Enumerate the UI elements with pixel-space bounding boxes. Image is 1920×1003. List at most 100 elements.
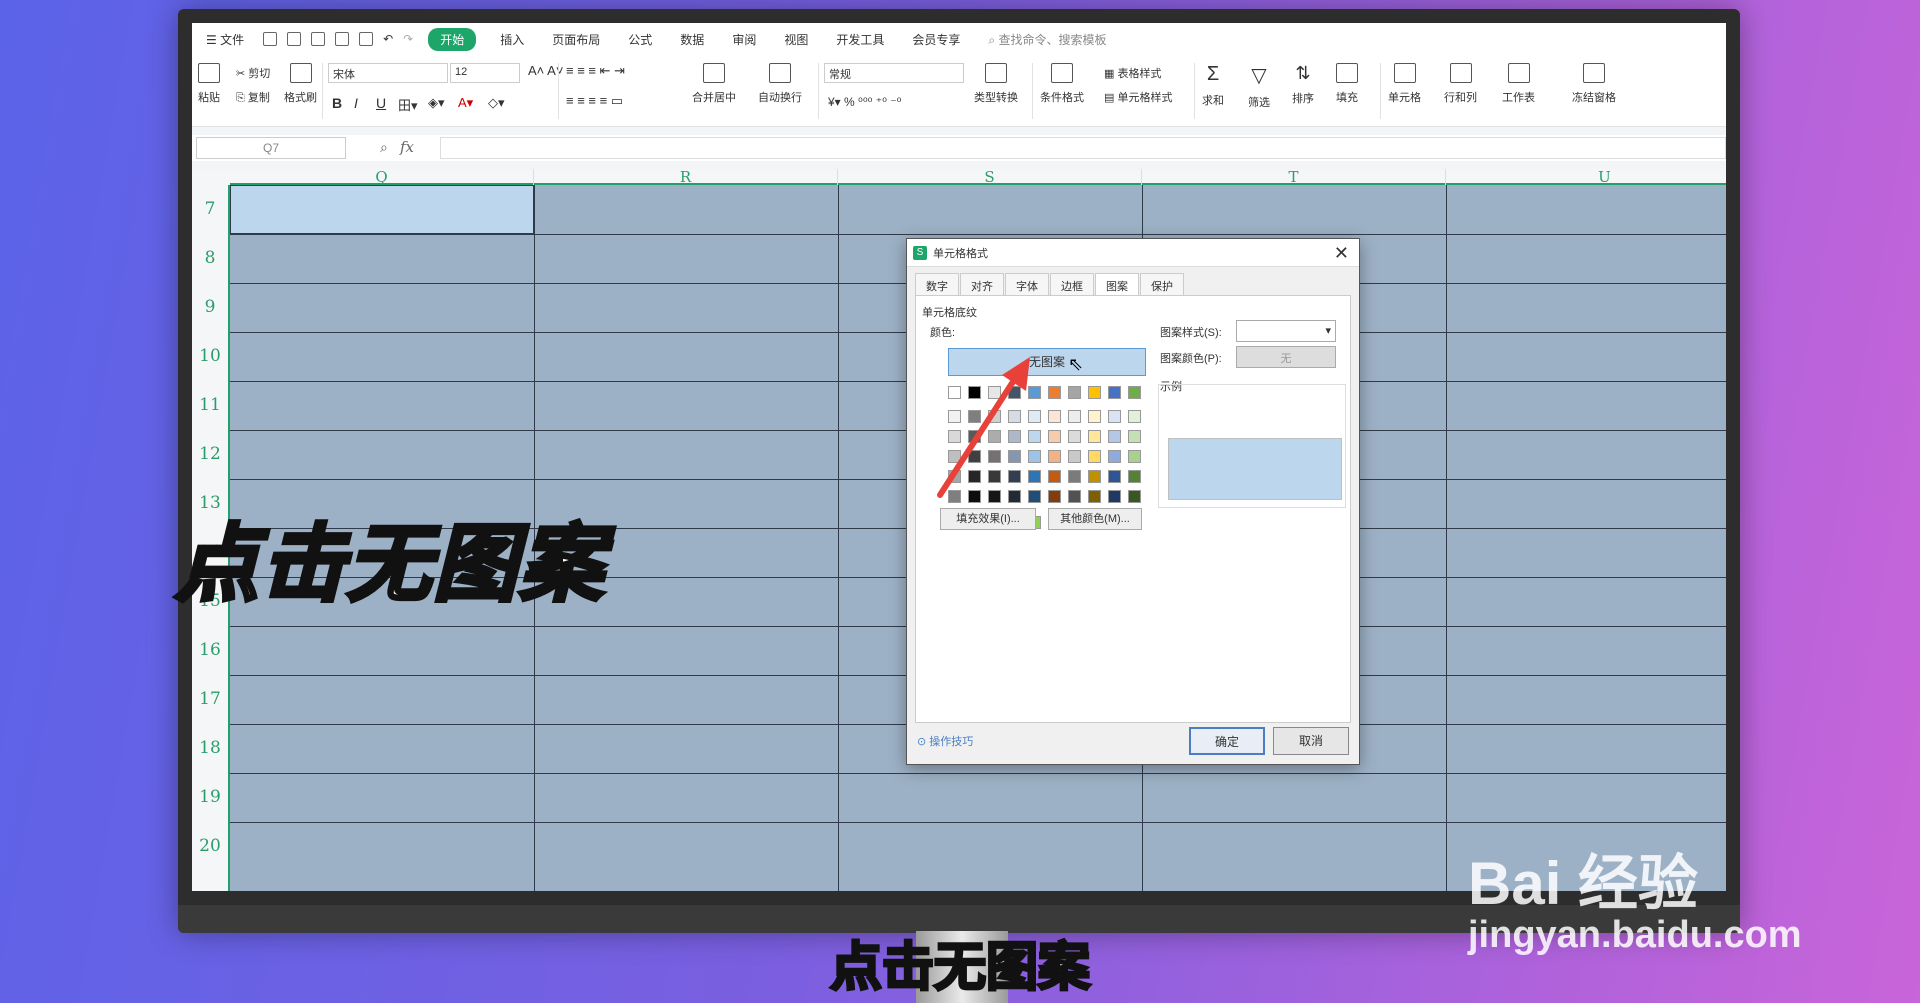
- sum-button[interactable]: Σ 求和: [1202, 63, 1224, 108]
- row-header[interactable]: 10: [192, 332, 228, 381]
- row-header[interactable]: 20: [192, 822, 228, 871]
- close-icon[interactable]: ✕: [1334, 243, 1349, 264]
- font-color-icon[interactable]: A▾: [458, 95, 473, 111]
- ok-button[interactable]: 确定: [1189, 727, 1265, 755]
- tab-insert[interactable]: 插入: [500, 31, 524, 48]
- row-header[interactable]: 19: [192, 773, 228, 822]
- align-top-icon[interactable]: ≡ ≡ ≡ ⇤ ⇥: [566, 63, 625, 79]
- tab-data[interactable]: 数据: [680, 31, 704, 48]
- color-swatch[interactable]: [1088, 386, 1101, 399]
- sheet-button[interactable]: 工作表: [1502, 63, 1535, 105]
- row-header[interactable]: 17: [192, 675, 228, 724]
- color-swatch[interactable]: [1088, 490, 1101, 503]
- border-icon[interactable]: 田▾: [398, 95, 418, 114]
- tips-link[interactable]: ⊙ 操作技巧: [917, 733, 973, 749]
- tab-page-layout[interactable]: 页面布局: [552, 31, 600, 48]
- format-painter-button[interactable]: 格式刷: [284, 63, 317, 105]
- color-swatch[interactable]: [1068, 470, 1081, 483]
- color-swatch[interactable]: [1088, 430, 1101, 443]
- preview-icon[interactable]: [359, 32, 374, 46]
- tab-formula[interactable]: 公式: [628, 31, 652, 48]
- name-box[interactable]: Q7: [196, 137, 346, 159]
- zoom-icon[interactable]: ⌕: [380, 139, 388, 156]
- font-size-select[interactable]: 12: [450, 63, 520, 83]
- number-format-select[interactable]: 常规: [824, 63, 964, 83]
- row-col-button[interactable]: 行和列: [1444, 63, 1477, 105]
- fill-effects-button[interactable]: 填充效果(I)...: [940, 508, 1036, 530]
- bold-icon[interactable]: B: [332, 95, 342, 111]
- cut-button[interactable]: ✂ 剪切: [236, 65, 270, 81]
- column-header-r[interactable]: R: [534, 169, 838, 185]
- row-header[interactable]: 9: [192, 283, 228, 332]
- color-swatch[interactable]: [1128, 430, 1141, 443]
- fill-button[interactable]: 填充: [1336, 63, 1358, 105]
- clear-icon[interactable]: ◇▾: [488, 95, 505, 111]
- tab-developer[interactable]: 开发工具: [836, 31, 884, 48]
- color-swatch[interactable]: [1108, 470, 1121, 483]
- tab-member[interactable]: 会员专享: [912, 31, 960, 48]
- italic-icon[interactable]: I: [354, 95, 358, 111]
- color-swatch[interactable]: [1108, 430, 1121, 443]
- color-swatch[interactable]: [1128, 470, 1141, 483]
- color-swatch[interactable]: [1108, 410, 1121, 423]
- merge-center-button[interactable]: 合并居中: [692, 63, 736, 105]
- column-header-q[interactable]: Q: [230, 169, 534, 185]
- cell-button[interactable]: 单元格: [1388, 63, 1421, 105]
- sort-button[interactable]: ⇅ 排序: [1292, 63, 1314, 106]
- wrap-text-button[interactable]: 自动换行: [758, 63, 802, 105]
- color-swatch[interactable]: [1068, 490, 1081, 503]
- print-preview-icon[interactable]: [335, 32, 350, 46]
- row-header[interactable]: 18: [192, 724, 228, 773]
- color-swatch[interactable]: [1068, 450, 1081, 463]
- color-swatch[interactable]: [1068, 430, 1081, 443]
- selected-cell-q7[interactable]: [230, 185, 534, 234]
- color-swatch[interactable]: [1128, 490, 1141, 503]
- tab-review[interactable]: 审阅: [732, 31, 756, 48]
- font-name-select[interactable]: 宋体: [328, 63, 448, 83]
- row-header[interactable]: 7: [192, 185, 228, 234]
- color-swatch[interactable]: [1108, 386, 1121, 399]
- cell-style-button[interactable]: ▤ 单元格样式: [1104, 89, 1172, 105]
- conditional-format-button[interactable]: 条件格式: [1040, 63, 1084, 105]
- align-left-icon[interactable]: ≡ ≡ ≡ ≡ ▭: [566, 93, 623, 109]
- color-swatch[interactable]: [1068, 386, 1081, 399]
- color-swatch[interactable]: [1068, 410, 1081, 423]
- more-colors-button[interactable]: 其他颜色(M)...: [1048, 508, 1142, 530]
- paste-button[interactable]: 粘贴: [198, 63, 220, 105]
- color-swatch[interactable]: [1128, 386, 1141, 399]
- column-header-t[interactable]: T: [1142, 169, 1446, 185]
- fill-color-icon[interactable]: ◈▾: [428, 95, 445, 111]
- type-convert-button[interactable]: 类型转换: [974, 63, 1018, 105]
- currency-icon[interactable]: ¥▾ % ⁰⁰⁰ ⁺⁰ ⁻⁰: [828, 95, 901, 109]
- undo-icon[interactable]: ↶: [383, 32, 393, 46]
- column-header-s[interactable]: S: [838, 169, 1142, 185]
- select-all-corner[interactable]: [192, 169, 230, 185]
- formula-input[interactable]: [440, 137, 1726, 159]
- copy-button[interactable]: ⎘ 复制: [236, 89, 270, 105]
- color-swatch[interactable]: [1088, 410, 1101, 423]
- row-header[interactable]: 8: [192, 234, 228, 283]
- pattern-style-select[interactable]: ▾: [1236, 320, 1336, 342]
- color-swatch[interactable]: [1108, 450, 1121, 463]
- row-header[interactable]: 12: [192, 430, 228, 479]
- export-icon[interactable]: [287, 32, 302, 46]
- fx-icon[interactable]: fx: [400, 138, 414, 156]
- file-menu[interactable]: ☰ 文件: [206, 31, 244, 48]
- row-header[interactable]: 16: [192, 626, 228, 675]
- underline-icon[interactable]: U: [376, 95, 386, 111]
- freeze-panes-button[interactable]: 冻结窗格: [1572, 63, 1616, 105]
- redo-icon[interactable]: ↷: [403, 32, 413, 46]
- color-swatch[interactable]: [1088, 470, 1101, 483]
- row-header[interactable]: 11: [192, 381, 228, 430]
- command-search[interactable]: ⌕ 查找命令、搜索模板: [988, 31, 1106, 48]
- column-header-u[interactable]: U: [1446, 169, 1726, 185]
- tab-view[interactable]: 视图: [784, 31, 808, 48]
- save-icon[interactable]: [263, 32, 278, 46]
- color-swatch[interactable]: [1128, 450, 1141, 463]
- tab-start[interactable]: 开始: [428, 27, 477, 51]
- color-swatch[interactable]: [1108, 490, 1121, 503]
- print-icon[interactable]: [311, 32, 326, 46]
- filter-button[interactable]: ▽ 筛选: [1248, 63, 1270, 110]
- table-style-button[interactable]: ▦ 表格样式: [1104, 65, 1161, 81]
- color-swatch[interactable]: [1088, 450, 1101, 463]
